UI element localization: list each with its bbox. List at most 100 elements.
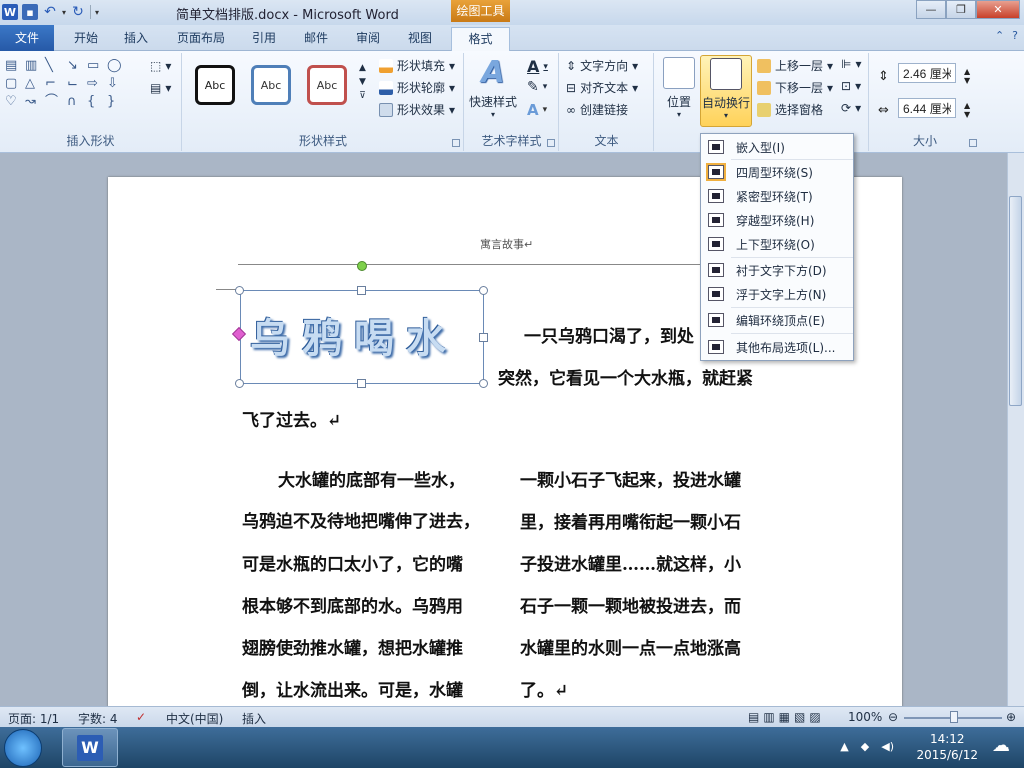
wordart-text[interactable]: 乌鸦喝水	[250, 306, 458, 364]
selection-pane-button[interactable]: 选择窗格	[757, 101, 823, 118]
text-direction-button[interactable]: ⇕ 文字方向 ▾	[566, 57, 638, 74]
left-brace-icon[interactable]: {	[87, 95, 95, 109]
minimize-button[interactable]: —	[916, 0, 946, 19]
text-line[interactable]: 倒，让水流出来。可是，水罐	[242, 676, 463, 701]
text-line[interactable]: 翅膀使劲推水罐，想把水罐推	[242, 634, 463, 659]
rotation-handle[interactable]	[357, 261, 367, 271]
curved-connector-icon[interactable]: ⌙	[67, 77, 78, 91]
weather-icon[interactable]: ☁	[992, 735, 1010, 756]
bring-forward-button[interactable]: 上移一层 ▾	[757, 57, 833, 74]
view-mode-icons[interactable]: ▤▥▦▧▨	[748, 710, 825, 724]
zoom-in-icon[interactable]: ⊕	[1006, 710, 1016, 724]
show-hidden-icons-icon[interactable]: ▲	[840, 740, 848, 753]
arrow-line-icon[interactable]: ↘	[67, 59, 78, 73]
collapse-ribbon-icon[interactable]: ⌃	[995, 29, 1004, 42]
menu-item-tight[interactable]: 紧密型环绕(T)	[702, 185, 852, 207]
position-button[interactable]: 位置 ▾	[663, 57, 695, 119]
help-icon[interactable]: ?	[1012, 29, 1018, 42]
text-line[interactable]: 大水罐的底部有一些水，	[278, 466, 465, 491]
text-line[interactable]: 可是水瓶的口太小了，它的嘴	[242, 550, 463, 575]
undo-icon[interactable]: ↶	[42, 4, 58, 20]
height-input[interactable]	[898, 63, 956, 83]
save-icon[interactable]: ▪	[22, 4, 38, 20]
arc-icon[interactable]: ∩	[67, 95, 77, 109]
text-effects-button[interactable]: A ▾	[527, 101, 547, 119]
heart-shape-icon[interactable]: ♡	[5, 95, 17, 109]
text-line[interactable]: 根本够不到底部的水。乌鸦用	[242, 592, 463, 617]
start-button[interactable]	[4, 729, 42, 767]
text-outline-button[interactable]: ✎ ▾	[527, 79, 547, 95]
menu-item-through[interactable]: 穿越型环绕(H)	[702, 209, 852, 231]
dialog-launcher-icon[interactable]	[969, 139, 977, 147]
tab-mailings[interactable]: 邮件	[294, 27, 338, 51]
network-icon[interactable]: ◆	[861, 740, 869, 753]
text-line[interactable]: 一只乌鸦口渴了，到处	[524, 322, 694, 347]
text-line[interactable]: 突然，它看见一个大水瓶，就赶紧	[498, 364, 753, 389]
tab-view[interactable]: 视图	[398, 27, 442, 51]
text-fill-button[interactable]: A ▾	[527, 57, 548, 76]
text-line[interactable]: 子投进水罐里……就这样，小	[520, 550, 741, 575]
textbox-icon[interactable]: ▤	[5, 59, 17, 73]
insert-mode-indicator[interactable]: 插入	[242, 710, 266, 727]
down-arrow-icon[interactable]: ⇩	[107, 77, 118, 91]
rounded-rect-icon[interactable]: ▢	[5, 77, 17, 91]
align-button[interactable]: ⊫ ▾	[841, 57, 861, 71]
style-sample-red[interactable]: Abc	[307, 65, 347, 105]
shape-fill-button[interactable]: 形状填充 ▾	[379, 57, 455, 74]
page-header[interactable]: 寓言故事↵	[480, 236, 533, 252]
width-input[interactable]	[898, 98, 956, 118]
taskbar-word-button[interactable]: W	[62, 728, 118, 767]
text-line[interactable]: 一颗小石子飞起来，投进水罐	[520, 466, 741, 491]
menu-item-top-bottom[interactable]: 上下型环绕(O)	[702, 233, 852, 255]
style-sample-blue[interactable]: Abc	[251, 65, 291, 105]
text-line[interactable]: 石子一颗一颗地被投进去，而	[520, 592, 741, 617]
resize-handle-br[interactable]	[479, 379, 488, 388]
tab-page-layout[interactable]: 页面布局	[170, 27, 232, 51]
zoom-out-icon[interactable]: ⊖	[888, 710, 898, 724]
group-objects-button[interactable]: ⊡ ▾	[841, 79, 861, 93]
send-backward-button[interactable]: 下移一层 ▾	[757, 79, 833, 96]
wrap-text-button[interactable]: 自动换行 ▾	[700, 55, 752, 127]
word-app-icon[interactable]: W	[2, 4, 18, 20]
text-line[interactable]: 了。↵	[520, 676, 568, 701]
zoom-level[interactable]: 100%	[848, 710, 882, 724]
menu-item-square[interactable]: 四周型环绕(S)	[702, 161, 852, 183]
tab-review[interactable]: 审阅	[346, 27, 390, 51]
height-spinner[interactable]: ▲ ▼	[964, 67, 970, 85]
text-line[interactable]: 飞了过去。↵	[242, 406, 341, 431]
triangle-icon[interactable]: △	[25, 77, 35, 91]
rectangle-icon[interactable]: ▭	[87, 59, 99, 73]
menu-item-edit-wrap-points[interactable]: 编辑环绕顶点(E)	[702, 309, 852, 331]
close-button[interactable]: ✕	[976, 0, 1020, 19]
resize-handle-tl[interactable]	[235, 286, 244, 295]
word-count[interactable]: 字数: 4	[78, 710, 118, 727]
tab-format[interactable]: 格式	[451, 27, 510, 51]
width-spinner[interactable]: ▲ ▼	[964, 101, 970, 119]
vertical-textbox-icon[interactable]: ▥	[25, 59, 37, 73]
scroll-up-icon[interactable]: ▲	[359, 63, 366, 73]
tab-insert[interactable]: 插入	[114, 27, 158, 51]
language-indicator[interactable]: 中文(中国)	[166, 710, 223, 727]
undo-dropdown-icon[interactable]: ▾	[62, 8, 66, 17]
resize-handle-bl[interactable]	[235, 379, 244, 388]
rotate-button[interactable]: ⟳ ▾	[841, 101, 861, 115]
menu-item-inline[interactable]: 嵌入型(I)	[702, 136, 852, 158]
shapes-gallery[interactable]: ▤ ▥ ╲ ↘ ▭ ◯ ▢ △ ⌐ ⌙ ⇨ ⇩ ♡ ↝ ⌒ ∩ { }	[5, 59, 151, 115]
style-sample-black[interactable]: Abc	[195, 65, 235, 105]
menu-item-more-layout[interactable]: 其他布局选项(L)...	[702, 336, 852, 358]
maximize-button[interactable]: ❐	[946, 0, 976, 19]
resize-handle-tr[interactable]	[479, 286, 488, 295]
oval-icon[interactable]: ◯	[107, 59, 122, 73]
line-icon[interactable]: ╲	[45, 59, 53, 73]
resize-handle-t[interactable]	[357, 286, 366, 295]
create-link-button[interactable]: ∞ 创建链接	[566, 101, 628, 118]
quick-styles-button[interactable]: A 快速样式 ▾	[469, 57, 517, 120]
zoom-slider-knob[interactable]	[950, 711, 958, 723]
taskbar-clock[interactable]: 14:12 2015/6/12	[916, 731, 978, 763]
text-line[interactable]: 水罐里的水则一点一点地涨高	[520, 634, 741, 659]
proofing-icon[interactable]: ✓	[136, 710, 146, 724]
resize-handle-b[interactable]	[357, 379, 366, 388]
right-arrow-icon[interactable]: ⇨	[87, 77, 98, 91]
style-gallery-scroll[interactable]: ▲ ▼ ⊽	[359, 63, 366, 101]
elbow-connector-icon[interactable]: ⌐	[45, 77, 56, 91]
